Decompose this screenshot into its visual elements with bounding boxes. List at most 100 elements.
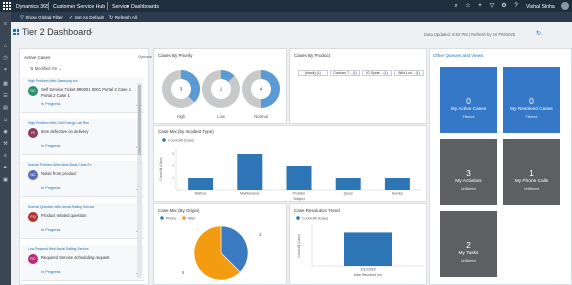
- case-status: In Progress: [41, 102, 61, 106]
- product-chip[interactable]: (blank) (1): [298, 70, 328, 76]
- help-icon[interactable]: ?: [512, 2, 520, 10]
- set-as-default-button[interactable]: ✓ Set As Default: [69, 15, 104, 21]
- legend-label: Phone: [166, 217, 176, 221]
- refresh-icon[interactable]: ↻: [536, 30, 541, 37]
- y-tick-label: 3: [172, 152, 174, 156]
- refresh-all-button[interactable]: ↻ Refresh All: [109, 15, 137, 21]
- home-icon[interactable]: ⌂: [3, 44, 9, 49]
- cases-by-product-card: Cases By Product (blank) (1) Contoso T..…: [289, 48, 427, 124]
- tile-my-active-cases[interactable]: 0 My Active Cases Filtered: [440, 67, 497, 133]
- queues-icon[interactable]: ≡: [3, 154, 9, 159]
- pin-icon: ✓: [69, 14, 74, 21]
- knowledge-icon[interactable]: ✒: [3, 166, 9, 171]
- case-item[interactable]: High Problem Web Gulf Energy Lab Res IS …: [21, 119, 144, 155]
- cases-by-priority-card: Cases By Priority 3 High 1 Low 4 Normal: [153, 48, 287, 124]
- breadcrumb-page[interactable]: Dashboards: [131, 4, 159, 10]
- lightbulb-icon[interactable]: ☆: [464, 2, 472, 10]
- tile-sub: Unfiltered: [461, 259, 476, 263]
- case-resolution-card: Case Resolution Trend Count:All (Case) 1/…: [289, 203, 427, 285]
- case-avatar: NC: [28, 170, 38, 180]
- stream-options[interactable]: Options: [138, 54, 152, 59]
- search-icon[interactable]: ⌕: [452, 2, 460, 10]
- accounts-icon[interactable]: ▤: [3, 106, 9, 111]
- bar-maintenance: [237, 154, 263, 190]
- x-tick-label: 1/31/2018: [360, 268, 375, 272]
- bar-problem: [286, 166, 312, 190]
- product-chip[interactable]: IO Syste... (1): [362, 70, 392, 76]
- filter-icon[interactable]: ▽: [488, 2, 496, 10]
- x-axis-title: Date Resolved (m): [354, 273, 382, 277]
- legend-swatch-web: [182, 216, 186, 220]
- tile-my-phone-calls[interactable]: 1 My Phone Calls Unfiltered: [503, 139, 560, 205]
- pinned-icon[interactable]: ✶: [3, 68, 9, 73]
- app-launcher-icon[interactable]: [3, 2, 11, 10]
- case-status: In Progress: [41, 144, 61, 148]
- case-title[interactable]: Required Service scheduling request: [41, 255, 141, 261]
- pie-data-label: 3: [259, 232, 262, 237]
- dashboard-title[interactable]: Tier 2 Dashboard: [22, 27, 91, 37]
- tiles-title: Other Queues and Views: [433, 53, 484, 58]
- menu-icon[interactable]: ≡: [3, 22, 9, 27]
- contacts-icon[interactable]: ☺: [3, 118, 9, 123]
- refresh-icon: ↻: [109, 14, 114, 21]
- product-chip[interactable]: Wild Lod... (1): [394, 70, 424, 76]
- add-icon[interactable]: +: [476, 2, 484, 10]
- case-avatar: RC: [28, 254, 38, 264]
- tile-sub: Filtered: [462, 115, 475, 119]
- case-title[interactable]: Noise from product: [41, 171, 141, 177]
- user-name[interactable]: Vishal Sinha: [526, 4, 555, 10]
- case-title[interactable]: Self Service Ticket 990001 9001 Portal 2…: [41, 87, 141, 98]
- tile-sub: Unfiltered: [461, 187, 476, 191]
- tile-my-resolved-cases[interactable]: 0 My Resolved Cases Filtered: [503, 67, 560, 133]
- top-navigation-bar: Dynamics 365 Customer Service Hub Servic…: [0, 0, 572, 12]
- dashboard-grid-icon: [13, 29, 20, 35]
- stream-title: Active Cases: [24, 55, 51, 60]
- sort-dropdown[interactable]: ⇅ Modified On ⌄: [30, 66, 62, 71]
- scrollbar-thumb[interactable]: [138, 85, 141, 155]
- settings-gear-icon[interactable]: ⚙: [500, 2, 508, 10]
- legend-label: Count:All (Case): [302, 217, 328, 221]
- x-axis-title: Subject: [293, 197, 304, 201]
- activities-icon[interactable]: ☰: [3, 94, 9, 99]
- case-avatar: SC: [28, 86, 38, 96]
- active-cases-stream: Active Cases Options ⇅ Modified On ⌄ Hig…: [19, 48, 152, 285]
- resolution-bar-chart: Count:All (Case) 1/31/2018Date Resolved (…: [296, 216, 424, 277]
- command-bar: ▽ Show Global Filter ✓ Set As Default ↻ Ref…: [11, 12, 572, 22]
- origin-pie-chart: Phone Web 3 5: [160, 216, 262, 281]
- case-item[interactable]: Low Request Web Aerial Railing Service R…: [21, 245, 144, 281]
- hub-name[interactable]: Customer Service Hub: [53, 4, 105, 10]
- social-profiles-icon[interactable]: ◉: [3, 130, 9, 135]
- show-global-filter-button[interactable]: ▽ Show Global Filter: [20, 15, 63, 21]
- user-avatar[interactable]: [561, 2, 569, 10]
- case-meta: High Problem Web Gulf Energy Lab Res: [28, 121, 89, 125]
- y-axis-title: Count:All (Case): [297, 234, 301, 257]
- chevron-down-icon[interactable]: ⌄: [89, 28, 94, 35]
- reports-icon[interactable]: ▣: [3, 178, 9, 183]
- recent-icon[interactable]: ◷: [3, 56, 9, 61]
- left-navigation: ≡ ⌂ ◷ ✶ ▦ ☰ ▤ ☺ ◉ ⚒ ≡ ✒ ▣: [0, 12, 11, 285]
- case-title[interactable]: Product related question: [41, 213, 141, 219]
- stream-scrollbar[interactable]: [137, 83, 142, 278]
- cases-icon[interactable]: ⚒: [3, 142, 9, 147]
- case-meta: Low Request Web Aerial Railing Service: [28, 247, 89, 251]
- refresh-all-label: Refresh All: [114, 14, 137, 20]
- app-name[interactable]: Dynamics 365: [16, 4, 49, 10]
- case-item[interactable]: High Problem Web Samsung xxx SC Self Ser…: [21, 77, 144, 113]
- product-chip[interactable]: Contoso T... (1): [330, 70, 360, 76]
- tile-my-activities[interactable]: 3 My Activities Unfiltered: [440, 139, 497, 205]
- divider: [48, 2, 49, 10]
- y-tick-label: 2: [172, 164, 174, 168]
- case-title[interactable]: Item defective on delivery: [41, 129, 141, 135]
- case-item[interactable]: Normal Question Web Aerial Railing Servi…: [21, 203, 144, 239]
- case-item[interactable]: Normal Problem Web Ideal Bank Crest-Ex N…: [21, 161, 144, 197]
- sort-label: Modified On: [34, 66, 58, 71]
- tile-my-tasks[interactable]: 2 My Tasks Unfiltered: [440, 211, 497, 277]
- tile-sub: Filtered: [525, 115, 538, 119]
- donut-value: 3: [180, 87, 183, 92]
- case-status: In Progress: [41, 228, 61, 232]
- tile-label: My Resolved Cases: [510, 107, 553, 112]
- legend-label: Web: [188, 217, 195, 221]
- dashboards-icon[interactable]: ▦: [3, 82, 9, 87]
- tile-count: 1: [529, 168, 534, 178]
- x-tick-label: Problem: [293, 192, 306, 196]
